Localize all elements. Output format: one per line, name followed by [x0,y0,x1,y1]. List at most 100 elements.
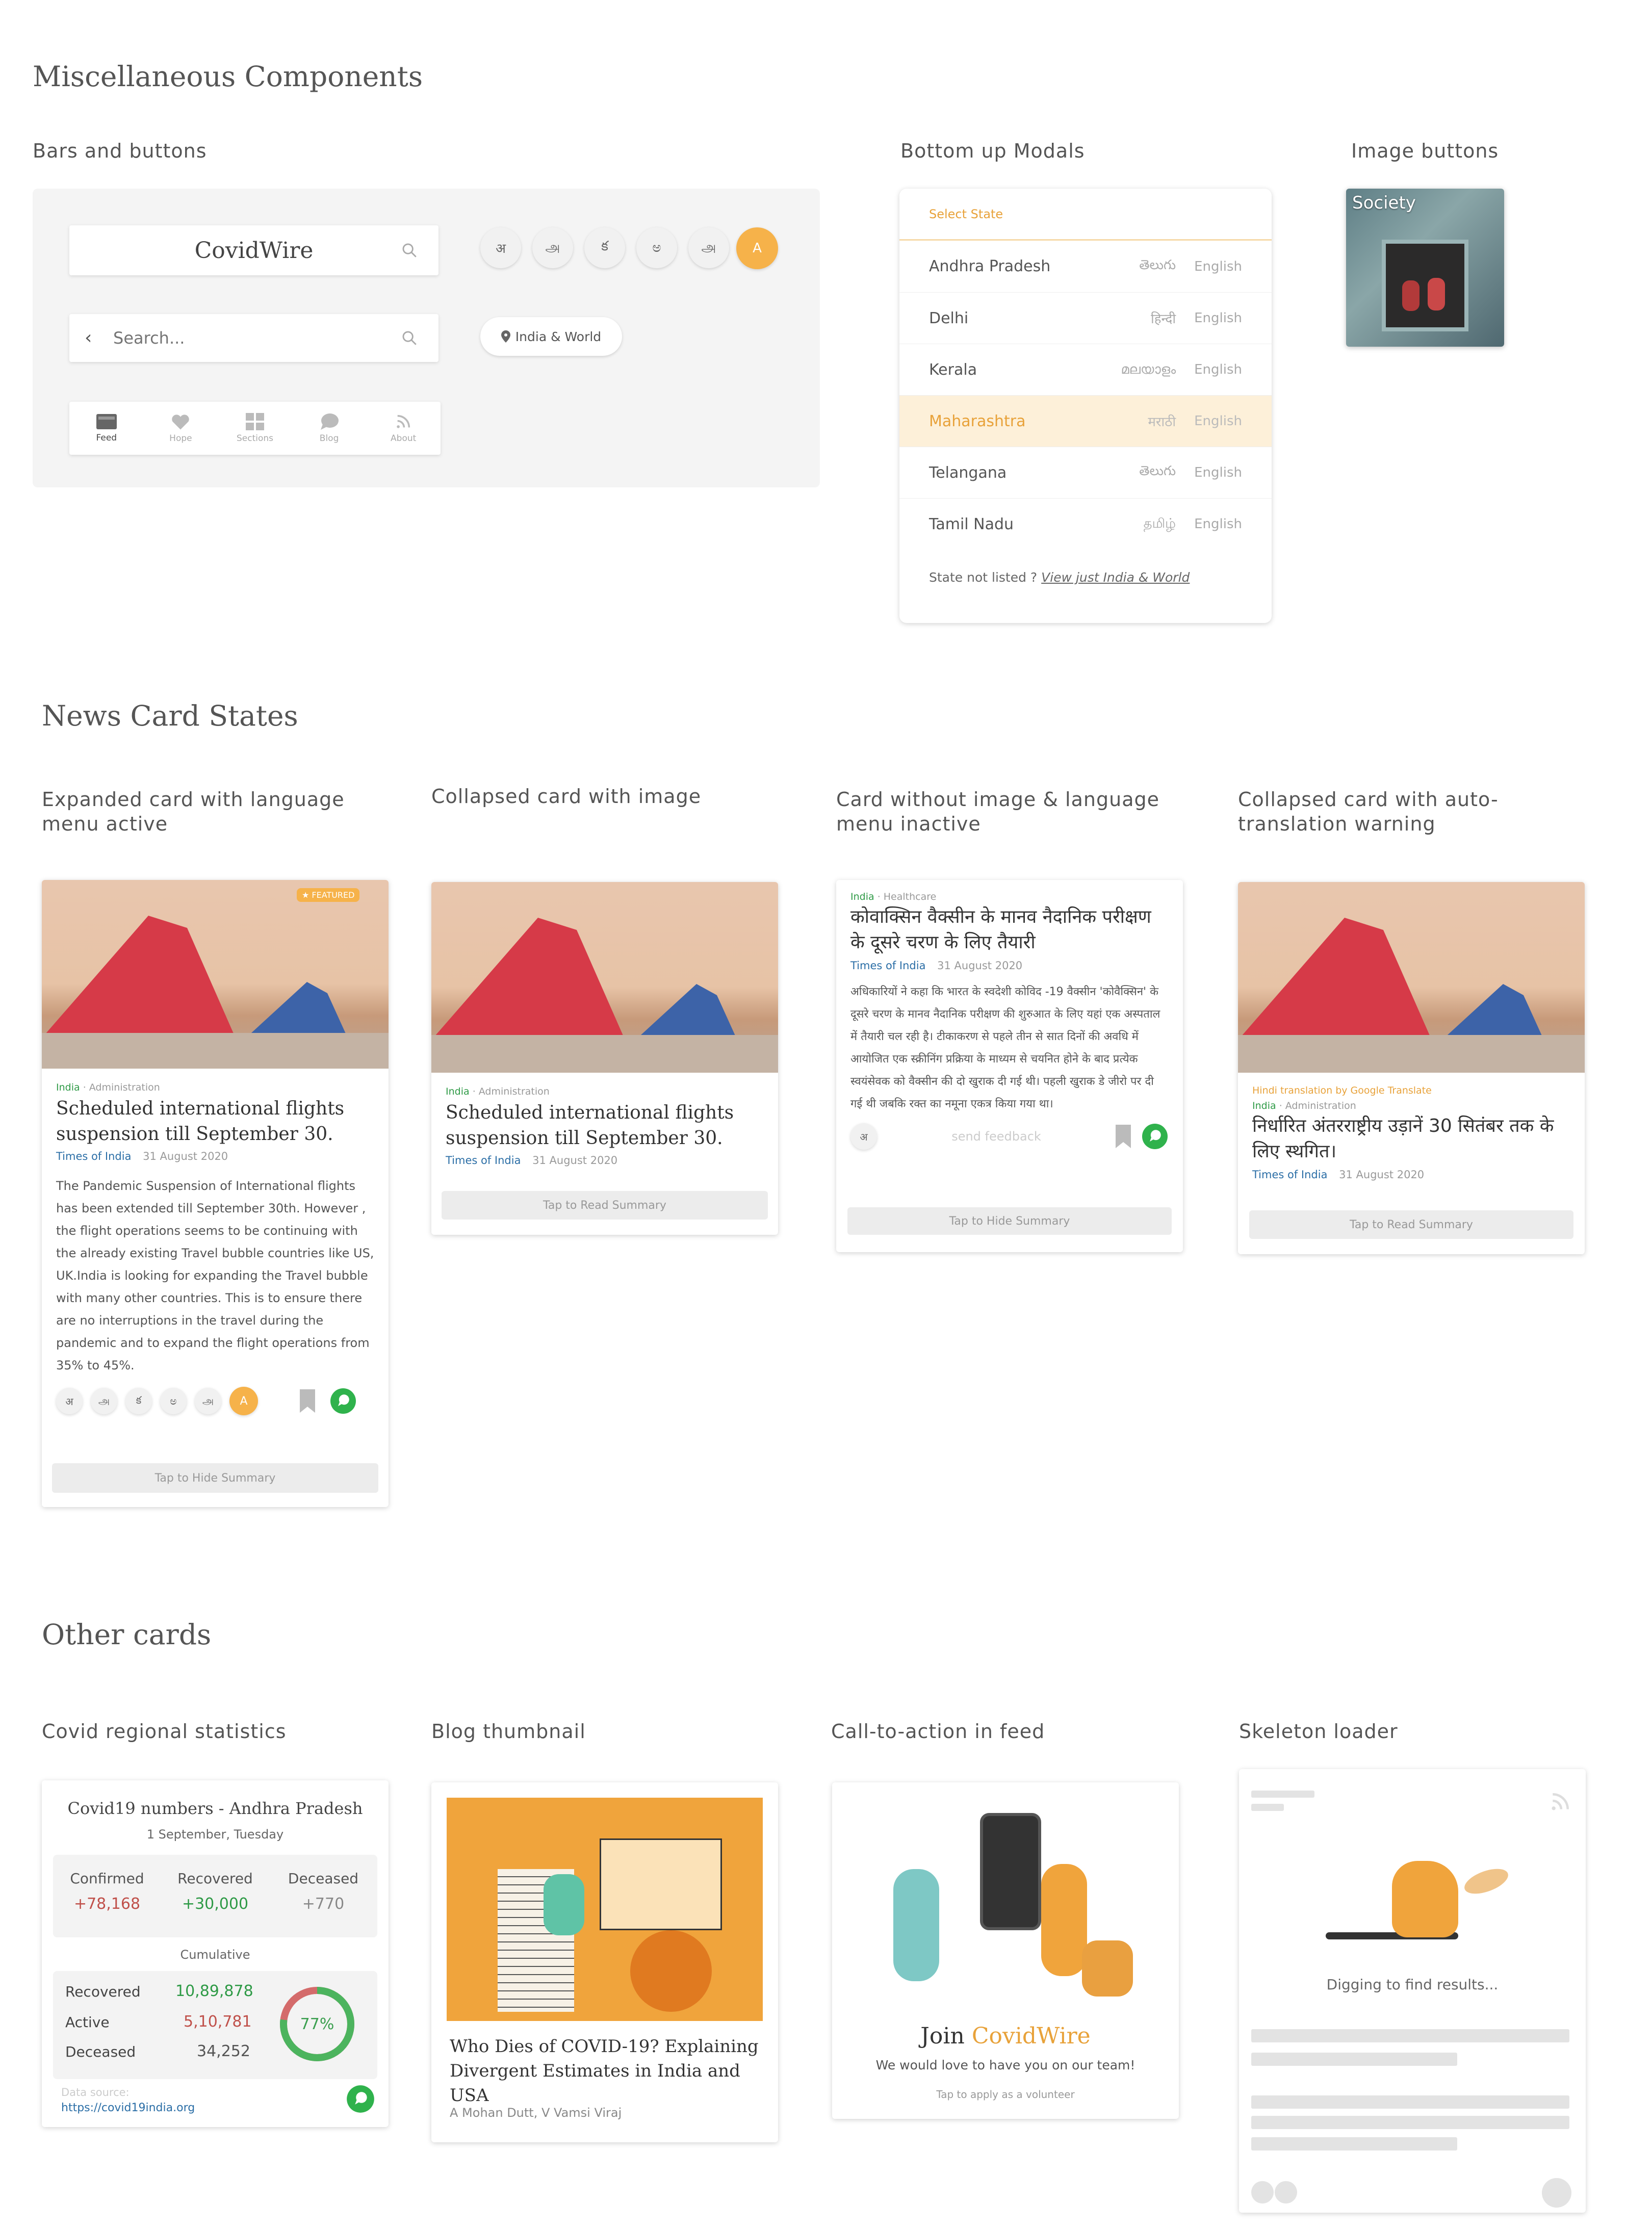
state-english[interactable]: English [1194,465,1242,480]
bookmark-icon[interactable] [1116,1125,1131,1148]
state-native-language[interactable]: मराठी [1148,412,1176,430]
tag-category[interactable]: · Healthcare [877,891,937,902]
state-english[interactable]: English [1194,516,1242,532]
language-button[interactable]: अ [850,1123,877,1150]
search-bar[interactable]: ‹ [69,314,438,362]
tag-category[interactable]: · Administration [473,1086,550,1097]
covid-stats-card[interactable]: Covid19 numbers - Andhra Pradesh 1 Septe… [42,1780,389,2127]
cta-illustration [873,1803,1138,2007]
blog-illustration [447,1798,763,2021]
blog-thumbnail-card[interactable]: Who Dies of COVID-19? Explaining Diverge… [431,1782,778,2142]
language-button[interactable]: క [584,227,625,268]
nav-item-feed[interactable]: Feed [69,402,144,455]
stat-label: Recovered [177,1870,253,1887]
apply-volunteer-link[interactable]: Tap to apply as a volunteer [832,2088,1179,2101]
tag-category[interactable]: · Administration [83,1082,160,1093]
data-source-link[interactable]: https://covid19india.org [61,2102,195,2114]
state-row-selected[interactable]: Maharashtra मराठी English [899,395,1272,447]
back-chevron-icon[interactable]: ‹ [85,327,92,348]
state-native-language[interactable]: తెలుగు [1139,463,1176,482]
tarmac [1238,1035,1585,1073]
state-row[interactable]: Delhi हिन्दी English [899,292,1272,344]
state-name: Andhra Pradesh [929,257,1051,275]
language-button[interactable]: ಅ [160,1388,187,1414]
tag-region[interactable]: India [1252,1100,1276,1111]
dog-shape [1082,1940,1133,1997]
view-india-world-link[interactable]: View just India & World [1041,570,1190,585]
whatsapp-icon[interactable] [329,1387,357,1415]
state-native-language[interactable]: தமிழ் [1144,516,1176,533]
whatsapp-icon[interactable] [1141,1123,1169,1150]
state-row[interactable]: Tamil Nadu தமிழ் English [899,498,1272,550]
language-button[interactable]: अ [480,227,521,268]
language-button-active[interactable]: A [229,1387,258,1415]
state-row[interactable]: Telangana తెలుగు English [899,447,1272,498]
language-button[interactable]: அ [195,1388,221,1414]
subtitle-skeleton: Skeleton loader [1239,1720,1398,1743]
read-summary-button[interactable]: Tap to Read Summary [1249,1210,1573,1239]
hide-summary-button[interactable]: Tap to Hide Summary [847,1207,1172,1235]
search-icon[interactable] [401,242,418,259]
news-source[interactable]: Times of India [446,1154,521,1167]
state-name: Tamil Nadu [929,515,1014,533]
news-source[interactable]: Times of India [850,960,925,972]
language-button[interactable]: அ [91,1388,117,1414]
language-button[interactable]: ಅ [636,227,677,268]
news-card-translated[interactable]: Hindi translation by Google Translate In… [1238,882,1585,1254]
tag-region[interactable]: India [446,1086,470,1097]
image-button-society[interactable]: Society [1346,189,1504,347]
modal-footer-text: State not listed ? [929,570,1038,585]
state-english[interactable]: English [1194,259,1242,274]
stats-date: 1 September, Tuesday [146,1827,284,1842]
subtitle-image-buttons: Image buttons [1351,140,1499,162]
language-button-active[interactable]: A [736,227,778,269]
read-summary-button[interactable]: Tap to Read Summary [442,1191,768,1220]
state-row[interactable]: Kerala മലയാളം English [899,344,1272,395]
stat-value: 10,89,878 [175,1982,253,2000]
nav-item-about[interactable]: About [366,402,441,455]
plane-tail [42,916,236,1038]
rss-icon [1552,1793,1569,1810]
whatsapp-icon[interactable] [346,2084,375,2114]
person-shape [1041,1864,1087,1976]
news-image: ★ FEATURED [42,880,389,1069]
state-english[interactable]: English [1194,413,1242,429]
whiteboard-shape [600,1838,722,1930]
tag-region[interactable]: India [850,891,874,902]
state-english[interactable]: English [1194,310,1242,326]
send-feedback-link[interactable]: send feedback [877,1129,1116,1144]
bars-panel: CovidWire ‹ Feed Hope Sections Blog Abou… [33,189,820,487]
brand-search-bar[interactable]: CovidWire [69,225,438,275]
news-card-no-image[interactable]: India · Healthcare कोवाक्सिन वैक्सीन के … [836,880,1183,1252]
search-input[interactable] [113,326,378,350]
news-source[interactable]: Times of India [1252,1169,1327,1181]
news-source[interactable]: Times of India [56,1150,131,1162]
nav-item-blog[interactable]: Blog [292,402,367,455]
search-icon[interactable] [401,329,418,347]
subtitle-blog: Blog thumbnail [431,1720,586,1743]
hide-summary-button[interactable]: Tap to Hide Summary [52,1463,378,1493]
nav-item-hope[interactable]: Hope [144,402,218,455]
nav-label: Sections [236,433,273,444]
bookmark-icon[interactable] [300,1389,315,1413]
cta-card[interactable]: Join CovidWire We would love to have you… [832,1782,1179,2119]
news-card-expanded[interactable]: ★ FEATURED India · Administration Schedu… [42,880,389,1507]
state-select-modal: Select State Andhra Pradesh తెలుగు English… [899,189,1272,623]
skeleton-circle [1251,2181,1274,2204]
nav-item-sections[interactable]: Sections [218,402,292,455]
state-native-language[interactable]: తెలుగు [1139,257,1176,276]
news-card-collapsed[interactable]: India · Administration Scheduled interna… [431,882,778,1235]
state-english[interactable]: English [1194,362,1242,377]
tag-category[interactable]: · Administration [1279,1100,1356,1111]
language-button[interactable]: अ [56,1388,83,1414]
state-native-language[interactable]: हिन्दी [1151,309,1176,327]
language-button[interactable]: క [125,1388,152,1414]
language-button[interactable]: அ [688,227,729,268]
state-native-language[interactable]: മലയാളം [1121,362,1176,378]
language-button[interactable]: அ [532,227,573,268]
location-chip[interactable]: India & World [480,317,622,356]
tag-region[interactable]: India [56,1082,80,1093]
state-row[interactable]: Andhra Pradesh తెలుగు English [899,241,1272,292]
news-date: 31 August 2020 [143,1150,228,1162]
skeleton-circle [1275,2181,1297,2204]
